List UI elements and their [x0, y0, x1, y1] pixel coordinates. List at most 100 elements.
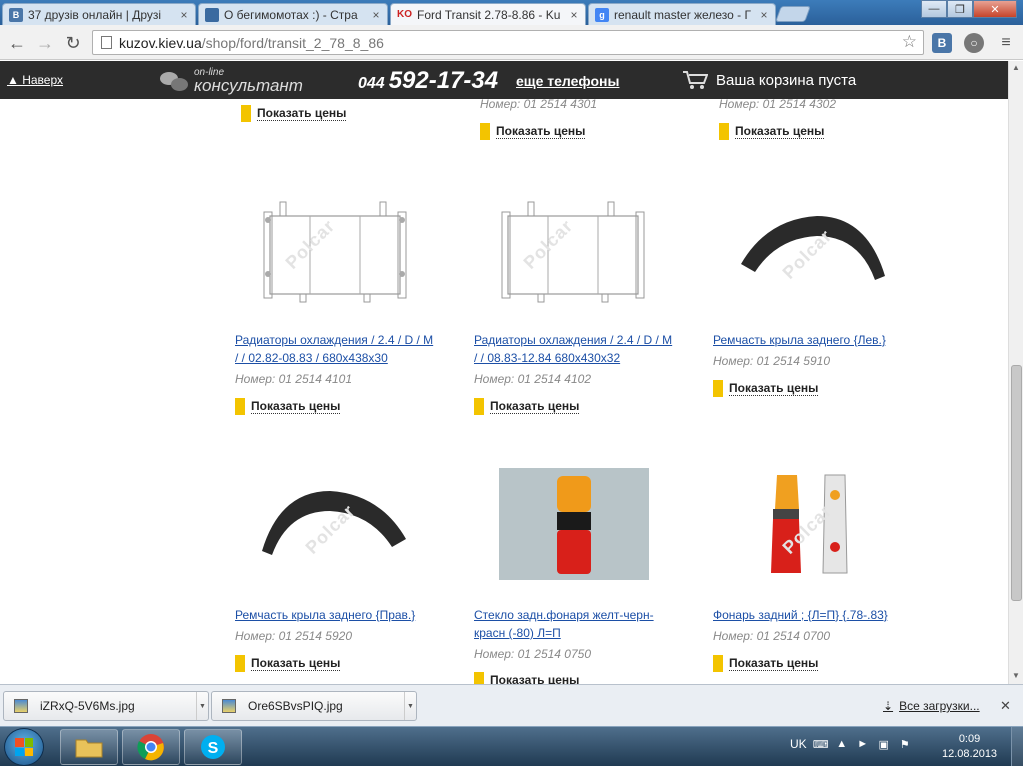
url-path: /shop/ford/transit_2_78_8_86	[201, 34, 384, 51]
product-link[interactable]: Радиаторы охлаждения / 2.4 / D / M / / 08…	[474, 331, 689, 367]
radiator-drawing	[501, 201, 645, 303]
download-item[interactable]: iZRxQ-5V6Ms.jpg ▼	[3, 691, 209, 721]
vk-favicon-icon: В	[9, 7, 23, 22]
skype-taskbar-button[interactable]: S	[184, 729, 242, 765]
phone-number: 044 592-17-34	[358, 67, 498, 95]
tab-title: О бегимомотах :) - Стра	[224, 7, 358, 22]
forum-favicon-icon	[205, 7, 219, 22]
product-image-tail-lamps[interactable]: Polcar	[737, 469, 887, 581]
show-prices-button[interactable]: Показать цены	[713, 655, 819, 672]
tab-title: Ford Transit 2.78-8.86 - Ku	[417, 7, 561, 22]
show-prices-button[interactable]: Показать цены	[719, 123, 825, 140]
product-number: Номер: 01 2514 0700	[713, 629, 830, 643]
price-marker	[713, 380, 723, 397]
product-link[interactable]: Ремчасть крыла заднего {Лев.}	[713, 331, 928, 349]
tab-vk-friends[interactable]: В 37 друзів онлайн | Друзі ×	[2, 3, 196, 25]
tab-close-icon[interactable]: ×	[757, 8, 771, 22]
show-desktop-button[interactable]	[1011, 727, 1023, 766]
page-icon	[101, 36, 112, 49]
product-image-radiator[interactable]: Polcar	[260, 194, 410, 306]
browser-tab-bar: В 37 друзів онлайн | Друзі × О бегимомот…	[0, 0, 1023, 25]
scroll-up-icon[interactable]: ▲	[1012, 63, 1020, 72]
show-prices-button[interactable]: Показать цены	[474, 398, 580, 415]
product-image-lamp-glass[interactable]	[499, 468, 649, 580]
product-link[interactable]: Стекло задн.фонаря желт-черн-красн (-80)…	[474, 606, 689, 642]
language-indicator[interactable]: UK	[790, 737, 807, 751]
page-scrollbar[interactable]: ▲ ▼	[1008, 61, 1023, 684]
phone-main: 592-17-34	[388, 67, 499, 94]
tray-arrow-icon[interactable]: ▲	[835, 737, 849, 751]
scrollbar-thumb[interactable]	[1011, 365, 1022, 601]
product-grid: Показать цены Номер: 01 2514 4301 Показа…	[0, 99, 1008, 684]
product-number: Номер: 01 2514 5910	[713, 354, 830, 368]
back-arrow-icon[interactable]: ←	[6, 32, 28, 54]
volume-icon[interactable]: ►	[856, 737, 870, 751]
network-icon[interactable]: ▣	[877, 737, 891, 751]
action-center-icon[interactable]: ⚑	[898, 737, 912, 751]
keyboard-icon[interactable]: ⌨	[813, 737, 829, 751]
product-image-radiator[interactable]: Polcar	[498, 194, 648, 306]
show-prices-button[interactable]: Показать цены	[241, 105, 347, 122]
tab-begimomoty[interactable]: О бегимомотах :) - Стра ×	[198, 3, 388, 25]
price-marker	[480, 123, 490, 140]
address-bar[interactable]: kuzov.kiev.ua/shop/ford/transit_2_78_8_8…	[92, 30, 924, 55]
tab-close-icon[interactable]: ×	[567, 8, 581, 22]
explorer-taskbar-button[interactable]	[60, 729, 118, 765]
reload-icon[interactable]: ↻	[62, 32, 84, 54]
online-consultant[interactable]: on-line консультант	[160, 67, 303, 96]
tab-title: renault master железо - Г	[614, 7, 751, 22]
product-number: Номер: 01 2514 4302	[719, 99, 836, 111]
extension-circle-icon[interactable]: ○	[964, 33, 984, 53]
price-marker	[241, 105, 251, 122]
clock-date: 12.08.2013	[942, 748, 998, 760]
clock-time: 0:09	[958, 733, 981, 745]
svg-text:S: S	[208, 740, 219, 757]
minimize-button[interactable]: —	[921, 0, 947, 18]
product-link[interactable]: Ремчасть крыла заднего {Прав.}	[235, 606, 450, 624]
tab-close-icon[interactable]: ×	[369, 8, 383, 22]
product-number: Номер: 01 2514 4301	[480, 99, 597, 111]
back-to-top-link[interactable]: ▲ Наверх	[7, 73, 63, 87]
show-prices-button[interactable]: Показать цены	[713, 380, 819, 397]
product-link[interactable]: Радиаторы охлаждения / 2.4 / D / M / / 02…	[235, 331, 450, 367]
image-file-icon	[222, 699, 236, 713]
scroll-down-icon[interactable]: ▼	[1012, 671, 1020, 680]
download-menu-icon[interactable]: ▼	[196, 692, 208, 720]
maximize-button[interactable]: ❐	[947, 0, 973, 18]
tab-ford-transit[interactable]: KO Ford Transit 2.78-8.86 - Ku ×	[390, 3, 586, 25]
download-item[interactable]: Ore6SBvsPIQ.jpg ▼	[211, 691, 417, 721]
vk-extension-icon[interactable]: B	[932, 33, 952, 53]
tab-google-search[interactable]: g renault master железо - Г ×	[588, 3, 776, 25]
close-downloads-icon[interactable]: ✕	[1000, 698, 1011, 714]
new-tab-button[interactable]	[775, 6, 811, 22]
google-favicon-icon: g	[595, 7, 609, 22]
show-prices-button[interactable]: Показать цены	[235, 398, 341, 415]
clock[interactable]: 0:09 12.08.2013	[942, 732, 997, 762]
system-tray: UK ⌨ ▲ ► ▣ ⚑	[790, 737, 912, 751]
chat-bubbles-icon	[160, 70, 190, 94]
tab-close-icon[interactable]: ×	[177, 8, 191, 22]
product-number: Номер: 01 2514 0750	[474, 647, 591, 661]
price-marker	[474, 398, 484, 415]
all-downloads-link[interactable]: ⇣ Все загрузки...	[883, 699, 980, 713]
image-file-icon	[14, 699, 28, 713]
chrome-taskbar-button[interactable]	[122, 729, 180, 765]
close-window-button[interactable]: ✕	[973, 0, 1017, 18]
product-link[interactable]: Фонарь задний ; {Л=П} {.78-.83}	[713, 606, 928, 624]
download-menu-icon[interactable]: ▼	[404, 692, 416, 720]
downloads-bar: iZRxQ-5V6Ms.jpg ▼ Ore6SBvsPIQ.jpg ▼ ⇣ Все…	[0, 684, 1023, 726]
show-prices-button[interactable]: Показать цены	[474, 672, 579, 684]
menu-wrench-icon[interactable]: ≡	[996, 33, 1016, 53]
start-button[interactable]	[4, 728, 44, 766]
show-prices-button[interactable]: Показать цены	[235, 655, 341, 672]
forward-arrow-icon[interactable]: →	[34, 32, 56, 54]
cart[interactable]: Ваша корзина пуста	[682, 70, 856, 90]
chrome-icon	[137, 734, 164, 761]
price-marker	[235, 655, 245, 672]
product-image-arch-left[interactable]: Polcar	[737, 194, 887, 306]
more-phones-link[interactable]: еще телефоны	[516, 73, 619, 89]
skype-icon: S	[201, 735, 225, 759]
show-prices-button[interactable]: Показать цены	[480, 123, 586, 140]
product-image-arch-right[interactable]: Polcar	[260, 469, 410, 581]
bookmark-star-icon[interactable]: ☆	[902, 32, 917, 52]
